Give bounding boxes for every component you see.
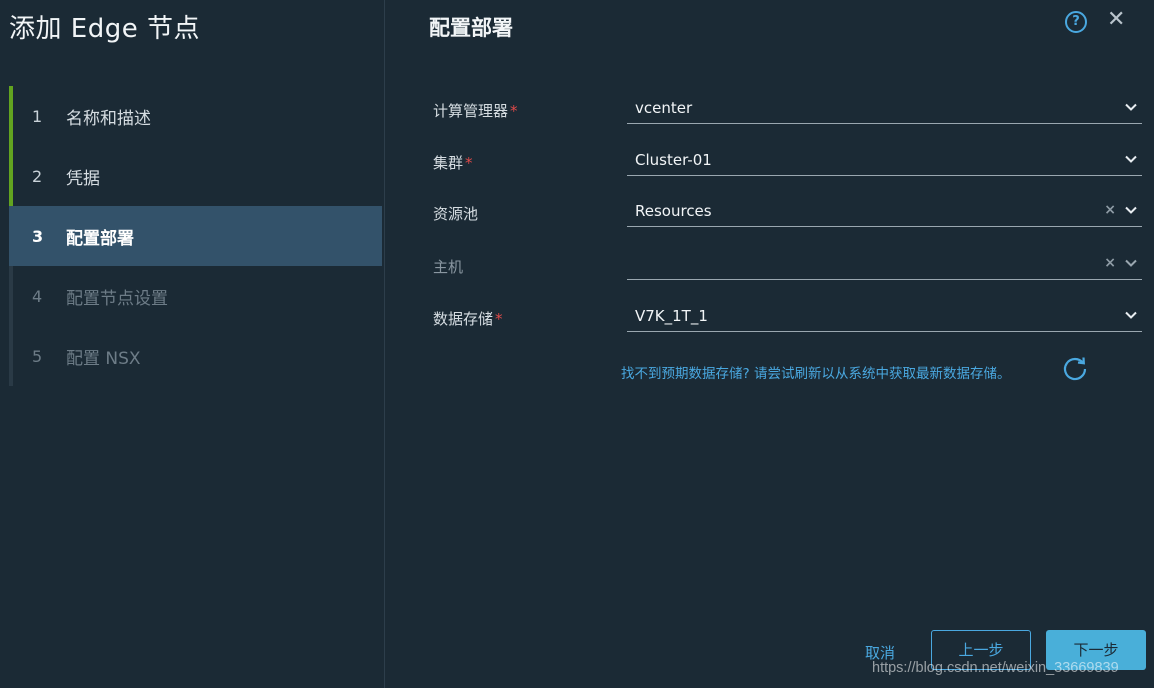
cluster-select[interactable]: Cluster-01	[627, 142, 1142, 176]
help-icon[interactable]: ?	[1065, 11, 1087, 33]
chevron-down-icon[interactable]	[1124, 203, 1138, 217]
step-label: 配置 NSX	[66, 348, 141, 369]
step-configure-node-settings: 4 配置节点设置	[9, 266, 382, 326]
resource-pool-value: Resources	[635, 202, 712, 220]
host-label: 主机	[433, 258, 464, 276]
wizard-content: 配置部署 ? ✕ 计算管理器 * vcenter 集群 * Cluster-01 资…	[385, 0, 1154, 688]
step-name-description[interactable]: 1 名称和描述	[9, 86, 382, 146]
resource-pool-label: 资源池	[433, 205, 479, 223]
clear-icon[interactable]: ×	[1104, 255, 1116, 271]
cluster-label-text: 集群	[433, 154, 464, 172]
step-credentials[interactable]: 2 凭据	[9, 146, 382, 206]
compute-manager-value: vcenter	[635, 99, 693, 117]
datastore-value: V7K_1T_1	[635, 307, 708, 325]
cluster-row: 集群 * Cluster-01	[433, 142, 1143, 182]
page-title: 配置部署	[429, 16, 513, 40]
step-number: 2	[32, 166, 43, 186]
datastore-label: 数据存储 *	[433, 308, 503, 329]
chevron-down-icon[interactable]	[1124, 100, 1138, 114]
step-label: 配置节点设置	[66, 288, 168, 309]
step-configure-deployment[interactable]: 3 配置部署	[9, 206, 382, 266]
refresh-icon[interactable]	[1062, 355, 1088, 381]
step-configure-nsx: 5 配置 NSX	[9, 326, 382, 386]
host-row: 主机 ×	[433, 246, 1143, 286]
step-number: 3	[32, 226, 44, 246]
cluster-value: Cluster-01	[635, 151, 712, 169]
compute-manager-label-text: 计算管理器	[433, 102, 509, 120]
required-marker: *	[510, 102, 518, 120]
cluster-label: 集群 *	[433, 152, 473, 173]
step-label: 名称和描述	[66, 108, 151, 129]
wizard-steps: 1 名称和描述 2 凭据 3 配置部署 4 配置节点设置 5 配置 NSX	[9, 86, 382, 386]
datastore-row: 数据存储 * V7K_1T_1	[433, 298, 1143, 338]
wizard-sidebar: 添加 Edge 节点 1 名称和描述 2 凭据 3 配置部署 4 配置节点设置 …	[0, 0, 385, 688]
step-number: 1	[32, 106, 43, 126]
step-number: 4	[32, 286, 43, 306]
host-select[interactable]: ×	[627, 246, 1142, 280]
clear-icon[interactable]: ×	[1104, 202, 1116, 218]
step-label: 配置部署	[66, 228, 134, 249]
resource-pool-row: 资源池 Resources ×	[433, 193, 1143, 233]
compute-manager-label: 计算管理器 *	[433, 100, 518, 121]
datastore-select[interactable]: V7K_1T_1	[627, 298, 1142, 332]
close-icon[interactable]: ✕	[1107, 8, 1125, 32]
wizard-title: 添加 Edge 节点	[9, 14, 200, 44]
step-label: 凭据	[66, 168, 100, 189]
chevron-down-icon[interactable]	[1124, 308, 1138, 322]
datastore-label-text: 数据存储	[433, 310, 494, 328]
watermark: https://blog.csdn.net/weixin_33669839	[872, 660, 1119, 676]
required-marker: *	[465, 154, 473, 172]
step-number: 5	[32, 346, 43, 366]
chevron-down-icon[interactable]	[1124, 152, 1138, 166]
compute-manager-select[interactable]: vcenter	[627, 90, 1142, 124]
required-marker: *	[495, 310, 503, 328]
resource-pool-select[interactable]: Resources ×	[627, 193, 1142, 227]
compute-manager-row: 计算管理器 * vcenter	[433, 90, 1143, 130]
datastore-hint: 找不到预期数据存储? 请尝试刷新以从系统中获取最新数据存储。	[621, 366, 1011, 382]
chevron-down-icon[interactable]	[1124, 256, 1138, 270]
